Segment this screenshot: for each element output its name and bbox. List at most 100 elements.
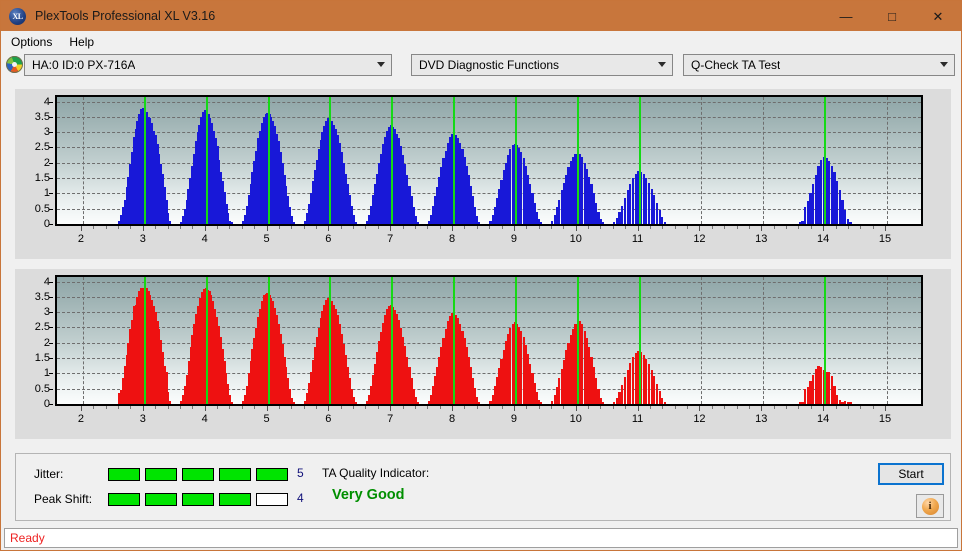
x-axis-minor-tick xyxy=(377,406,379,409)
x-axis-minor-tick xyxy=(105,406,107,409)
x-axis-minor-tick xyxy=(649,226,651,229)
info-button[interactable]: i xyxy=(916,494,944,518)
gridline-horizontal xyxy=(57,296,921,298)
x-axis-minor-tick xyxy=(427,226,429,229)
x-axis-minor-tick xyxy=(625,226,627,229)
y-axis-tick xyxy=(49,224,53,225)
jitter-label: Jitter: xyxy=(34,467,64,481)
track-marker-line xyxy=(576,277,579,404)
gridline-horizontal xyxy=(57,404,921,405)
gridline-vertical xyxy=(701,97,703,224)
gridline-horizontal xyxy=(57,312,921,314)
gridline-horizontal xyxy=(57,224,921,225)
x-axis-minor-tick xyxy=(501,406,503,409)
x-axis-tick xyxy=(452,226,454,231)
function-select[interactable]: DVD Diagnostic Functions xyxy=(411,54,673,76)
y-axis-tick-label: 3.5 xyxy=(34,290,50,303)
ta-quality-label: TA Quality Indicator: xyxy=(322,466,430,480)
x-axis-minor-tick xyxy=(118,226,120,229)
meter-cell xyxy=(219,493,251,506)
x-axis-minor-tick xyxy=(315,406,317,409)
gridline-vertical xyxy=(763,97,765,224)
x-axis-minor-tick xyxy=(179,226,181,229)
test-select[interactable]: Q-Check TA Test xyxy=(683,54,955,76)
chart-bar xyxy=(230,222,234,224)
chevron-down-icon xyxy=(377,62,385,67)
track-marker-line xyxy=(205,97,208,224)
x-axis-minor-tick xyxy=(476,226,478,229)
gridline-vertical xyxy=(82,277,84,404)
x-axis-tick-label: 10 xyxy=(569,413,582,425)
x-axis-minor-tick xyxy=(241,226,243,229)
minimize-button[interactable]: — xyxy=(823,1,869,31)
drive-select-value: HA:0 ID:0 PX-716A xyxy=(32,58,136,72)
x-axis-tick-label: 2 xyxy=(77,233,85,245)
x-axis-minor-tick xyxy=(872,406,874,409)
gridline-horizontal xyxy=(57,281,921,283)
y-axis-tick xyxy=(49,147,53,149)
menu-item-help[interactable]: Help xyxy=(62,33,101,51)
x-axis-minor-tick xyxy=(649,406,651,409)
x-axis-minor-tick xyxy=(167,406,169,409)
x-axis-minor-tick xyxy=(414,406,416,409)
x-axis-minor-tick xyxy=(118,406,120,409)
maximize-button[interactable]: □ xyxy=(869,1,915,31)
x-axis-minor-tick xyxy=(155,406,157,409)
gridline-vertical xyxy=(701,277,703,404)
x-axis-minor-tick xyxy=(291,226,293,229)
track-marker-line xyxy=(453,97,456,224)
x-axis-minor-tick xyxy=(377,226,379,229)
x-axis-minor-tick xyxy=(588,406,590,409)
x-axis-minor-tick xyxy=(489,406,491,409)
x-axis-minor-tick xyxy=(711,406,713,409)
track-marker-line xyxy=(638,97,641,224)
chart-bar xyxy=(169,220,172,224)
y-axis-tick-label: 1.5 xyxy=(34,352,50,365)
x-axis-minor-tick xyxy=(229,406,231,409)
x-axis-tick xyxy=(142,406,144,411)
x-axis-tick xyxy=(513,226,515,231)
x-axis-minor-tick xyxy=(724,406,726,409)
menu-item-options[interactable]: Options xyxy=(4,33,59,51)
x-axis-minor-tick xyxy=(476,406,478,409)
y-axis-tick xyxy=(49,162,53,164)
x-axis-minor-tick xyxy=(414,226,416,229)
x-axis-minor-tick xyxy=(254,406,256,409)
x-axis-minor-tick xyxy=(93,406,95,409)
drive-select[interactable]: HA:0 ID:0 PX-716A xyxy=(24,54,392,76)
x-axis-tick xyxy=(761,226,763,231)
x-axis-minor-tick xyxy=(353,406,355,409)
chart-bar xyxy=(478,402,481,404)
x-axis-tick xyxy=(266,226,268,231)
x-axis-minor-tick xyxy=(872,226,874,229)
x-axis-minor-tick xyxy=(303,406,305,409)
x-axis-minor-tick xyxy=(464,226,466,229)
x-axis-tick-label: 12 xyxy=(693,413,706,425)
x-axis-tick xyxy=(328,406,330,411)
chart-bar xyxy=(849,402,852,404)
chart-bar xyxy=(663,222,667,224)
x-axis-minor-tick xyxy=(674,406,676,409)
x-axis-tick-label: 2 xyxy=(77,413,85,425)
x-axis-minor-tick xyxy=(563,226,565,229)
close-button[interactable]: ✕ xyxy=(915,1,961,31)
y-axis-tick xyxy=(49,178,53,180)
chart-bar xyxy=(416,402,419,404)
x-axis-minor-tick xyxy=(340,406,342,409)
track-marker-line xyxy=(514,97,517,224)
y-axis-tick xyxy=(49,388,53,390)
start-button[interactable]: Start xyxy=(878,463,944,485)
ta-quality-value: Very Good xyxy=(332,487,405,503)
peak-shift-meter xyxy=(108,493,288,506)
x-axis-tick-label: 5 xyxy=(263,413,270,425)
plextools-window: XL PlexTools Professional XL V3.16 — □ ✕… xyxy=(0,0,962,551)
x-axis-tick xyxy=(884,226,886,231)
track-marker-line xyxy=(391,277,394,404)
x-axis-minor-tick xyxy=(786,406,788,409)
x-axis-tick-label: 4 xyxy=(201,233,208,245)
track-marker-line xyxy=(267,97,270,224)
x-axis-minor-tick xyxy=(588,226,590,229)
window-title: PlexTools Professional XL V3.16 xyxy=(35,9,216,23)
meter-cell xyxy=(145,468,177,481)
meter-cell xyxy=(108,468,140,481)
